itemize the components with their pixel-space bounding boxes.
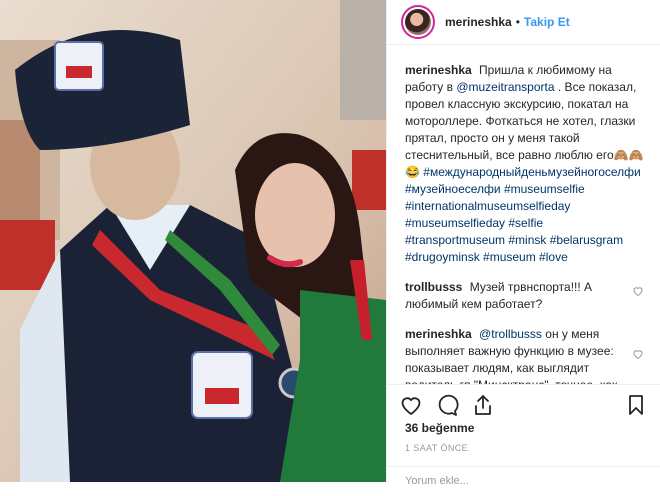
avatar-image [405, 9, 431, 35]
comment-like-heart-icon[interactable] [632, 285, 644, 297]
caption-mention-link[interactable]: @muzeitransporta [456, 80, 554, 94]
caption: merineshka Пришла к любимому на работу в… [405, 62, 644, 266]
share-upload-icon[interactable] [471, 393, 495, 417]
bookmark-icon[interactable] [624, 393, 648, 417]
post-side-panel: merineshka • Takip Et merineshka Пришла … [386, 0, 660, 487]
comments-list[interactable]: merineshka Пришла к любимому на работу в… [405, 62, 644, 384]
header-username[interactable]: merineshka [445, 15, 512, 29]
comment-like-heart-icon[interactable] [632, 348, 644, 360]
add-comment-input[interactable]: Yorum ekle... [387, 466, 660, 496]
comment-bubble-icon[interactable] [435, 393, 459, 417]
comment-item: merineshka @trollbusss он у меня выполня… [405, 326, 644, 384]
likes-count[interactable]: 36 beğenme [405, 421, 474, 435]
caption-hashtags[interactable]: #международныйденьмузейногоселфи #музейн… [405, 165, 641, 264]
comment-username[interactable]: trollbusss [405, 280, 462, 294]
caption-username[interactable]: merineshka [405, 63, 472, 77]
comment-username[interactable]: merineshka [405, 327, 472, 341]
header-separator: • [515, 15, 520, 29]
post-photo [0, 0, 386, 482]
comment-item: trollbusss Музей трвнспорта!!! А любимый… [405, 279, 644, 313]
like-heart-icon[interactable] [399, 393, 423, 417]
follow-button[interactable]: Takip Et [524, 15, 570, 29]
comment-mention-link[interactable]: @trollbusss [479, 327, 542, 341]
post-header: merineshka • Takip Et [387, 0, 660, 45]
avatar[interactable] [401, 5, 435, 39]
post-actions-bar [387, 384, 660, 425]
selfie-image [0, 0, 386, 482]
post-timestamp[interactable]: 1 SAAT ÖNCE [405, 443, 468, 453]
